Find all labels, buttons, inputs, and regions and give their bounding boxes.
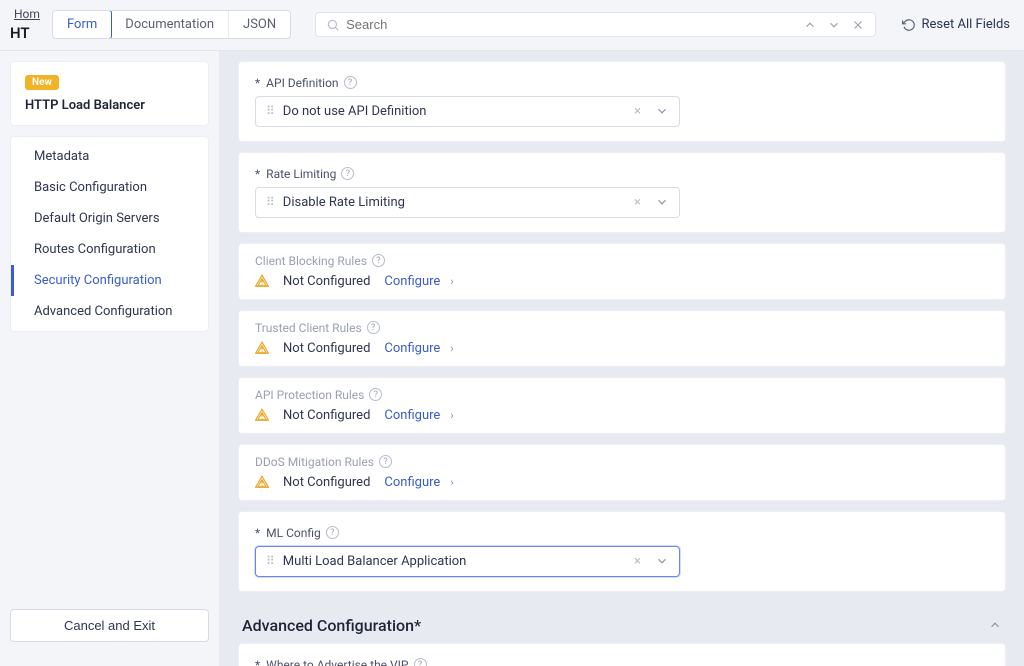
ddos-mitigation-rules-label: DDoS Mitigation Rules [255,455,374,469]
page-title: HTTP Load Balancer [25,98,194,113]
sidebar-item-metadata[interactable]: Metadata [11,141,208,172]
advanced-configuration-heading: Advanced Configuration* [242,616,421,635]
api-definition-select[interactable]: ⠿ Do not use API Definition × [255,96,680,127]
search-bar[interactable] [315,12,875,37]
warning-icon [255,341,269,355]
search-prev-icon[interactable] [803,18,817,32]
clear-icon[interactable]: × [630,104,645,119]
tab-form[interactable]: Form [52,10,112,39]
chevron-right-icon: › [450,275,453,288]
sidebar-item-basic-configuration[interactable]: Basic Configuration [11,172,208,203]
trusted-client-rules-label: Trusted Client Rules [255,321,362,335]
chevron-down-icon[interactable] [655,104,669,118]
trusted-client-status: Not Configured [283,341,370,356]
breadcrumb-prefix: HT [10,25,42,42]
drag-icon: ⠿ [266,104,273,118]
sidebar-item-default-origin-servers[interactable]: Default Origin Servers [11,203,208,234]
ml-config-value: Multi Load Balancer Application [283,554,620,569]
chevron-down-icon[interactable] [655,554,669,568]
api-protection-rules-label: API Protection Rules [255,388,364,402]
sidebar-item-advanced-configuration[interactable]: Advanced Configuration [11,296,208,327]
breadcrumb-home[interactable]: Hom [14,8,42,21]
help-icon[interactable]: ? [367,321,380,334]
sidebar-item-routes-configuration[interactable]: Routes Configuration [11,234,208,265]
help-icon[interactable]: ? [326,526,339,539]
collapse-icon[interactable] [988,618,1002,632]
ddos-configure-link[interactable]: Configure› [384,475,453,490]
ddos-status: Not Configured [283,475,370,490]
where-to-advertise-vip-label: Where to Advertise the VIP [266,658,408,666]
help-icon[interactable]: ? [344,76,357,89]
help-icon[interactable]: ? [414,658,427,666]
view-tabs: Form Documentation JSON [52,10,291,39]
drag-icon: ⠿ [266,554,273,568]
search-input[interactable] [346,17,796,32]
tab-documentation[interactable]: Documentation [111,11,229,38]
client-blocking-configure-link[interactable]: Configure› [384,274,453,289]
api-protection-configure-link[interactable]: Configure› [384,408,453,423]
rate-limiting-label: Rate Limiting [266,167,336,181]
drag-icon: ⠿ [266,195,273,209]
warning-icon [255,408,269,422]
warning-icon [255,475,269,489]
search-icon [326,18,340,32]
tab-json[interactable]: JSON [229,11,290,38]
client-blocking-rules-label: Client Blocking Rules [255,254,367,268]
chevron-right-icon: › [450,476,453,489]
search-next-icon[interactable] [827,18,841,32]
search-clear-icon[interactable] [851,18,865,32]
reset-all-fields-label: Reset All Fields [922,17,1010,32]
api-definition-label: API Definition [266,76,338,90]
rate-limiting-select[interactable]: ⠿ Disable Rate Limiting × [255,187,680,218]
chevron-right-icon: › [450,342,453,355]
help-icon[interactable]: ? [341,167,354,180]
chevron-down-icon[interactable] [655,195,669,209]
trusted-client-configure-link[interactable]: Configure› [384,341,453,356]
clear-icon[interactable]: × [630,195,645,210]
cancel-and-exit-button[interactable]: Cancel and Exit [10,609,209,642]
warning-icon [255,274,269,288]
rate-limiting-value: Disable Rate Limiting [283,195,620,210]
api-protection-status: Not Configured [283,408,370,423]
new-badge: New [25,75,59,90]
reset-all-fields-button[interactable]: Reset All Fields [902,17,1010,32]
reset-icon [902,18,916,32]
help-icon[interactable]: ? [369,388,382,401]
chevron-right-icon: › [450,409,453,422]
ml-config-label: ML Config [266,526,321,540]
help-icon[interactable]: ? [372,254,385,267]
client-blocking-status: Not Configured [283,274,370,289]
ml-config-select[interactable]: ⠿ Multi Load Balancer Application × [255,546,680,577]
help-icon[interactable]: ? [379,455,392,468]
clear-icon[interactable]: × [630,554,645,569]
sidebar-nav: Metadata Basic Configuration Default Ori… [10,136,209,332]
sidebar-item-security-configuration[interactable]: Security Configuration [11,265,208,296]
api-definition-value: Do not use API Definition [283,104,620,119]
